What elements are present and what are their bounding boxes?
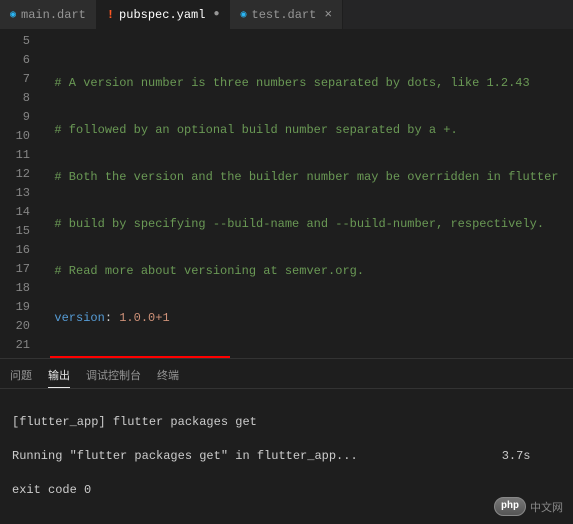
code-comment: # followed by an optional build number s… xyxy=(54,123,457,137)
editor-area[interactable]: 56789101112131415161718192021222324 # A … xyxy=(0,30,573,358)
dart-icon: ◉ xyxy=(240,9,246,21)
tab-main-dart[interactable]: ◉ main.dart xyxy=(0,0,97,29)
terminal-line: [flutter_app] flutter packages get xyxy=(12,414,561,431)
code-comment: # A version number is three numbers sepa… xyxy=(54,76,529,90)
watermark-text: 中文网 xyxy=(530,499,563,515)
close-icon[interactable]: × xyxy=(324,7,332,22)
tab-bar: ◉ main.dart ! pubspec.yaml ● ◉ test.dart… xyxy=(0,0,573,30)
panel-tab-debug[interactable]: 调试控制台 xyxy=(86,363,141,388)
terminal-line: Running "flutter packages get" in flutte… xyxy=(12,448,561,465)
watermark: php 中文网 xyxy=(494,497,563,516)
tab-test-dart[interactable]: ◉ test.dart × xyxy=(230,0,343,29)
panel-tabs: 问题 输出 调试控制台 终端 xyxy=(0,358,573,388)
yaml-value: 1.0.0+1 xyxy=(119,311,169,325)
php-badge-icon: php xyxy=(494,497,526,516)
tab-label: pubspec.yaml xyxy=(119,8,205,22)
terminal-output[interactable]: [flutter_app] flutter packages get Runni… xyxy=(0,388,573,524)
tab-label: main.dart xyxy=(21,8,86,22)
panel-tab-output[interactable]: 输出 xyxy=(48,363,70,388)
yaml-key: version xyxy=(54,311,104,325)
code-area[interactable]: # A version number is three numbers sepa… xyxy=(40,30,573,358)
modified-dot-icon: ● xyxy=(213,9,219,20)
terminal-line: exit code 0 xyxy=(12,482,561,499)
code-comment: # Read more about versioning at semver.o… xyxy=(54,264,364,278)
code-comment: # build by specifying --build-name and -… xyxy=(54,217,544,231)
tab-label: test.dart xyxy=(252,8,317,22)
tab-pubspec-yaml[interactable]: ! pubspec.yaml ● xyxy=(97,0,231,29)
panel-tab-terminal[interactable]: 终端 xyxy=(157,363,179,388)
code-comment: # Both the version and the builder numbe… xyxy=(54,170,558,184)
panel-tab-problems[interactable]: 问题 xyxy=(10,363,32,388)
line-gutter: 56789101112131415161718192021222324 xyxy=(0,30,40,358)
yaml-icon: ! xyxy=(107,8,114,22)
dart-icon: ◉ xyxy=(10,9,16,21)
